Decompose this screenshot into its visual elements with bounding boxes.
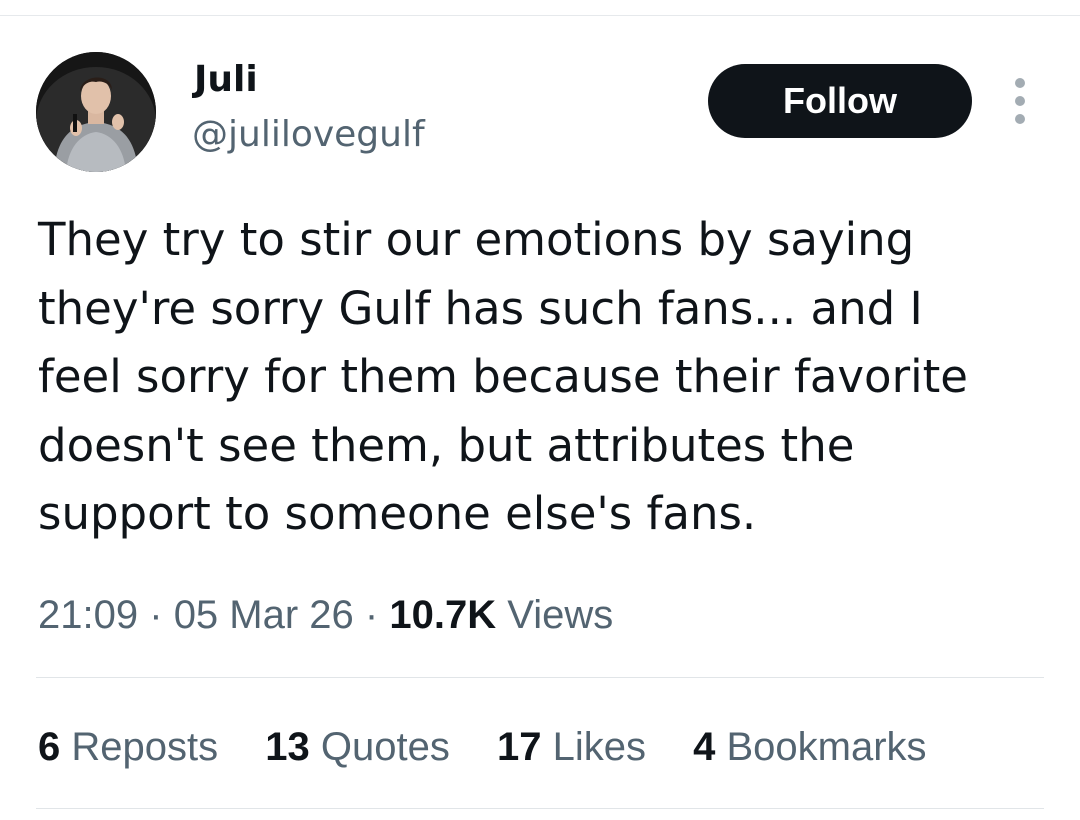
bookmarks-stat[interactable]: 4 Bookmarks [693, 722, 926, 772]
engagement-stats: 6 Reposts 13 Quotes 17 Likes 4 Bookmarks [38, 722, 963, 772]
tweet-text-line: they're sorry Gulf has such fans... and … [38, 281, 923, 335]
more-options-icon[interactable] [1004, 78, 1036, 124]
avatar[interactable] [36, 52, 156, 172]
tweet-text-line: feel sorry for them because their favori… [38, 350, 968, 403]
tweet-text: They try to stir our emotions by saying … [38, 206, 1058, 549]
follow-button-label: Follow [783, 80, 897, 121]
avatar-photo-icon [36, 52, 156, 172]
tweet-meta: 21:09 · 05 Mar 26 · 10.7K Views [38, 590, 613, 640]
bookmarks-label: Bookmarks [726, 725, 927, 769]
meta-separator: · [149, 593, 163, 637]
views-count[interactable]: 10.7K [389, 593, 496, 637]
quotes-count: 13 [265, 725, 310, 769]
likes-stat[interactable]: 17 Likes [497, 722, 646, 772]
follow-button[interactable]: Follow [708, 64, 972, 138]
tweet-text-line: They try to stir our emotions by saying [38, 213, 915, 266]
more-dot [1015, 78, 1025, 88]
stats-divider-bottom [36, 808, 1044, 809]
likes-label: Likes [552, 725, 646, 769]
tweet-header: Juli @julilovegulf Follow [0, 0, 1080, 180]
likes-count: 17 [496, 725, 542, 769]
reposts-count: 6 [38, 725, 61, 769]
meta-separator: · [364, 593, 379, 637]
author-handle[interactable]: @julilovegulf [192, 113, 425, 157]
tweet-time[interactable]: 21:09 [38, 593, 138, 637]
bookmarks-count: 4 [693, 725, 716, 769]
views-label: Views [507, 593, 614, 637]
author-display-name[interactable]: Juli [194, 58, 258, 102]
reposts-label: Reposts [71, 725, 219, 769]
more-dot [1015, 114, 1025, 124]
reposts-stat[interactable]: 6 Reposts [38, 722, 218, 772]
stats-divider-top [36, 677, 1044, 678]
quotes-label: Quotes [320, 725, 450, 769]
quotes-stat[interactable]: 13 Quotes [265, 722, 450, 772]
tweet-text-line: support to someone else's fans. [38, 487, 757, 540]
more-dot [1015, 96, 1025, 106]
tweet-date[interactable]: 05 Mar 26 [174, 593, 354, 637]
tweet-text-line: doesn't see them, but attributes the [38, 418, 855, 472]
